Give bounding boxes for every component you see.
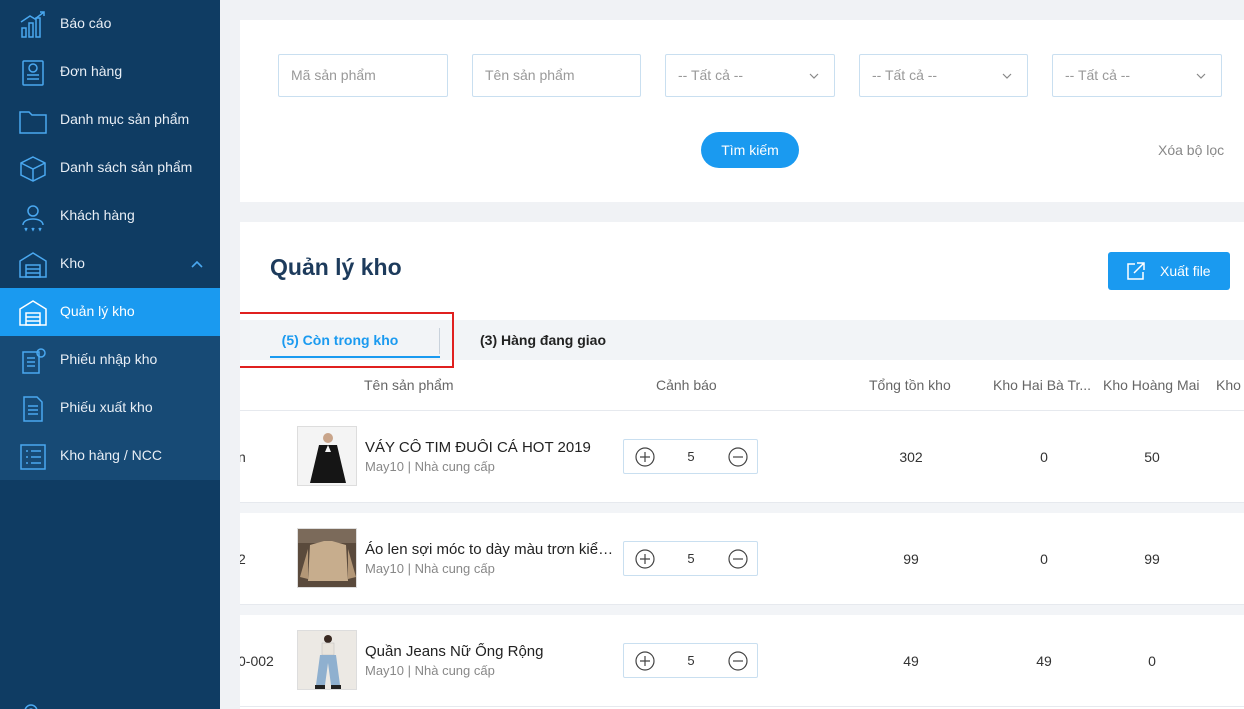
- list-icon: [20, 444, 46, 470]
- row-separator: [240, 605, 1244, 615]
- sidebar-item-reports[interactable]: Báo cáo: [0, 0, 220, 48]
- sidebar-item-label: Danh sách sản phẩm: [60, 159, 193, 175]
- table-header: Tên sản phẩm Cảnh báo Tổng tồn kho Kho H…: [240, 360, 1244, 411]
- product-thumbnail: [297, 426, 357, 486]
- stock-hai-ba-trung: 0: [1040, 449, 1048, 465]
- plus-circle-icon[interactable]: [635, 651, 655, 671]
- sidebar-item-products[interactable]: Danh sách sản phẩm: [0, 144, 220, 192]
- sidebar-item-stock-management[interactable]: Quản lý kho: [0, 288, 220, 336]
- total-stock: 302: [899, 449, 923, 465]
- table-row[interactable]: 2 Áo len sợi móc to dày màu trơn kiểu...…: [240, 513, 1244, 605]
- total-stock: 99: [903, 551, 919, 567]
- stock-hoang-mai: 0: [1148, 653, 1156, 669]
- sidebar-item-suppliers[interactable]: Kho hàng / NCC: [0, 432, 220, 480]
- chevron-up-icon[interactable]: [190, 257, 204, 271]
- chart-icon: [20, 11, 45, 38]
- warning-stepper: 5: [623, 643, 758, 678]
- product-thumbnail: [297, 528, 357, 588]
- warning-stepper: 5: [623, 439, 758, 474]
- minus-circle-icon[interactable]: [728, 651, 748, 671]
- select-value: -- Tất cả --: [1065, 67, 1131, 83]
- external-link-icon: [1127, 262, 1145, 280]
- column-header: Cảnh báo: [656, 377, 717, 393]
- stock-hai-ba-trung: 49: [1036, 653, 1052, 669]
- clear-filter-link[interactable]: Xóa bộ lọc: [1158, 142, 1224, 158]
- stock-hai-ba-trung: 0: [1040, 551, 1048, 567]
- warehouse-icon: [19, 252, 47, 278]
- sidebar-item-import-slips[interactable]: Phiếu nhập kho: [0, 336, 220, 384]
- product-meta: May10 | Nhà cung cấp: [365, 561, 495, 576]
- warehouse-submenu: Quản lý kho Phiếu nhập kho Phiếu xuất kh…: [0, 288, 220, 480]
- product-meta: May10 | Nhà cung cấp: [365, 663, 495, 678]
- select-value: -- Tất cả --: [678, 67, 744, 83]
- plus-circle-icon[interactable]: [635, 549, 655, 569]
- page-title: Quản lý kho: [270, 254, 402, 280]
- export-file-button[interactable]: Xuất file: [1108, 252, 1230, 290]
- sidebar-item-label: Phiếu xuất kho: [60, 399, 153, 415]
- sidebar-item-orders[interactable]: Đơn hàng: [0, 48, 220, 96]
- warning-value[interactable]: 5: [676, 449, 706, 464]
- table-row[interactable]: 0-002 Quần Jeans Nữ Ống Rộng May10 | Nhà…: [240, 615, 1244, 707]
- export-slip-icon: [23, 396, 43, 422]
- warning-stepper: 5: [623, 541, 758, 576]
- sidebar: Báo cáo Đơn hàng Danh mục sản phẩm Danh …: [0, 0, 220, 709]
- box-icon: [20, 156, 46, 182]
- product-code: 2: [240, 551, 246, 567]
- column-header: Kho Hai Bà Tr...: [993, 377, 1092, 393]
- folder-icon: [19, 111, 47, 134]
- warning-value[interactable]: 5: [676, 653, 706, 668]
- warehouse-icon: [19, 300, 47, 326]
- total-stock: 49: [903, 653, 919, 669]
- sidebar-item-label: Danh mục sản phẩm: [60, 111, 190, 127]
- sidebar-item-export-slips[interactable]: Phiếu xuất kho: [0, 384, 220, 432]
- column-header: Kho Hoàng Mai: [1103, 377, 1200, 393]
- column-header: Kho: [1216, 377, 1241, 393]
- import-slip-icon: [22, 348, 46, 374]
- select-value: -- Tất cả --: [872, 67, 938, 83]
- sidebar-item-label: Phiếu nhập kho: [60, 351, 158, 367]
- sidebar-item-label: Báo cáo: [60, 15, 112, 31]
- sidebar-item-warehouse[interactable]: Kho: [0, 240, 220, 288]
- sidebar-item-label: Khách hàng: [60, 207, 135, 223]
- column-header: Tên sản phẩm: [364, 377, 454, 393]
- sidebar-item-label: Kho: [60, 255, 85, 271]
- filter-select-1[interactable]: -- Tất cả --: [665, 54, 835, 97]
- invoice-icon: [22, 60, 44, 86]
- export-file-label: Xuất file: [1160, 263, 1211, 279]
- sidebar-item-label: Kho hàng / NCC: [60, 447, 162, 463]
- product-name-input[interactable]: Tên sản phẩm: [472, 54, 641, 97]
- product-name[interactable]: Áo len sợi móc to dày màu trơn kiểu...: [365, 541, 615, 558]
- product-code-input[interactable]: Mã sản phẩm: [278, 54, 448, 97]
- stock-hoang-mai: 99: [1144, 551, 1160, 567]
- product-name[interactable]: VÁY CÔ TIM ĐUÔI CÁ HOT 2019: [365, 439, 615, 456]
- chevron-down-icon: [809, 73, 819, 79]
- sidebar-item-label: Quản lý kho: [60, 303, 135, 319]
- plus-circle-icon[interactable]: [635, 447, 655, 467]
- tab-in-delivery[interactable]: (3) Hàng đang giao: [480, 320, 606, 360]
- sidebar-item-customers[interactable]: Khách hàng: [0, 192, 220, 240]
- search-button[interactable]: Tìm kiếm: [701, 132, 799, 168]
- sidebar-item-categories[interactable]: Danh mục sản phẩm: [0, 96, 220, 144]
- product-code: n: [240, 449, 246, 465]
- filter-select-2[interactable]: -- Tất cả --: [859, 54, 1028, 97]
- warehouse-panel: Quản lý kho Xuất file (5) Còn trong kho …: [240, 222, 1244, 709]
- product-meta: May10 | Nhà cung cấp: [365, 459, 495, 474]
- row-separator: [240, 503, 1244, 513]
- table-row[interactable]: n VÁY CÔ TIM ĐUÔI CÁ HOT 2019 May10 | Nh…: [240, 411, 1244, 503]
- customer-icon: [22, 205, 44, 232]
- chevron-down-icon: [1196, 73, 1206, 79]
- product-name[interactable]: Quần Jeans Nữ Ống Rộng: [365, 643, 615, 660]
- stock-hoang-mai: 50: [1144, 449, 1160, 465]
- minus-circle-icon[interactable]: [728, 447, 748, 467]
- settings-icon[interactable]: [20, 700, 42, 709]
- product-code: 0-002: [240, 653, 274, 669]
- column-header: Tổng tồn kho: [869, 377, 951, 393]
- sidebar-item-label: Đơn hàng: [60, 63, 123, 79]
- filter-panel: Mã sản phẩm Tên sản phẩm -- Tất cả -- --…: [240, 20, 1244, 202]
- chevron-down-icon: [1002, 73, 1012, 79]
- warning-value[interactable]: 5: [676, 551, 706, 566]
- product-thumbnail: [297, 630, 357, 690]
- minus-circle-icon[interactable]: [728, 549, 748, 569]
- filter-select-3[interactable]: -- Tất cả --: [1052, 54, 1222, 97]
